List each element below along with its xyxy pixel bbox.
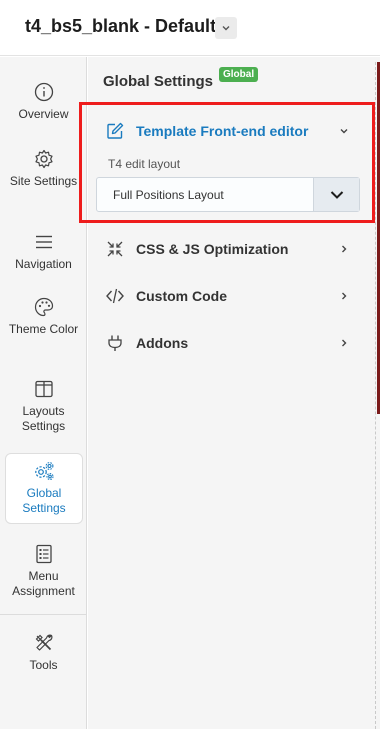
plug-icon — [108, 335, 122, 351]
sidebar-item-theme-color[interactable]: Theme Color — [0, 296, 87, 337]
section-label: Addons — [136, 335, 189, 351]
chevron-down-icon — [222, 26, 230, 31]
chevron-right-icon — [342, 245, 347, 253]
tools-icon — [35, 634, 52, 651]
top-bar: t4_bs5_blank - Default — [0, 0, 380, 56]
chevron-right-icon — [342, 339, 347, 347]
highlight-box — [79, 102, 375, 223]
sidebar-item-label: Layouts Settings — [21, 404, 66, 433]
sidebar-item-overview[interactable]: Overview — [0, 81, 87, 122]
sidebar: Overview Site Settings Navigation Theme … — [0, 57, 87, 729]
sidebar-item-tools[interactable]: Tools — [0, 632, 87, 673]
section-label: Custom Code — [136, 288, 227, 304]
compress-icon — [107, 241, 123, 257]
sidebar-item-navigation[interactable]: Navigation — [0, 231, 87, 272]
sidebar-item-label: Navigation — [15, 257, 72, 271]
code-icon — [106, 288, 124, 304]
page-title: Global Settings — [103, 73, 214, 90]
sidebar-item-label: Tools — [29, 658, 58, 672]
sidebar-item-label: Overview — [18, 107, 69, 121]
menu-icon — [35, 235, 52, 249]
sidebar-item-label: Site Settings — [9, 174, 78, 188]
sidebar-divider — [0, 614, 87, 615]
template-style-title: t4_bs5_blank - Default — [25, 16, 217, 36]
section-label: CSS & JS Optimization — [136, 241, 289, 257]
sidebar-item-site-settings[interactable]: Site Settings — [0, 148, 87, 189]
gears-icon — [35, 462, 54, 481]
sidebar-item-label: Theme Color — [8, 322, 79, 336]
sidebar-item-label: Global Settings — [22, 486, 66, 515]
layout-icon — [34, 380, 53, 398]
section-addons[interactable]: Addons — [88, 325, 380, 361]
sidebar-item-menu-assignment[interactable]: Menu Assignment — [0, 543, 87, 599]
gear-icon — [34, 149, 53, 169]
palette-icon — [34, 297, 53, 317]
checklist-icon — [35, 544, 52, 564]
sidebar-item-label: Menu Assignment — [12, 569, 75, 598]
info-icon — [34, 82, 53, 102]
preview-edge — [375, 62, 380, 729]
chevron-right-icon — [342, 292, 347, 300]
global-badge: Global — [219, 67, 259, 82]
sidebar-item-global-settings[interactable]: Global Settings — [5, 453, 83, 524]
section-custom-code[interactable]: Custom Code — [88, 278, 380, 314]
style-dropdown-button[interactable] — [215, 17, 237, 39]
sidebar-item-layouts-settings[interactable]: Layouts Settings — [0, 378, 87, 434]
section-css-js-optimization[interactable]: CSS & JS Optimization — [88, 231, 380, 267]
